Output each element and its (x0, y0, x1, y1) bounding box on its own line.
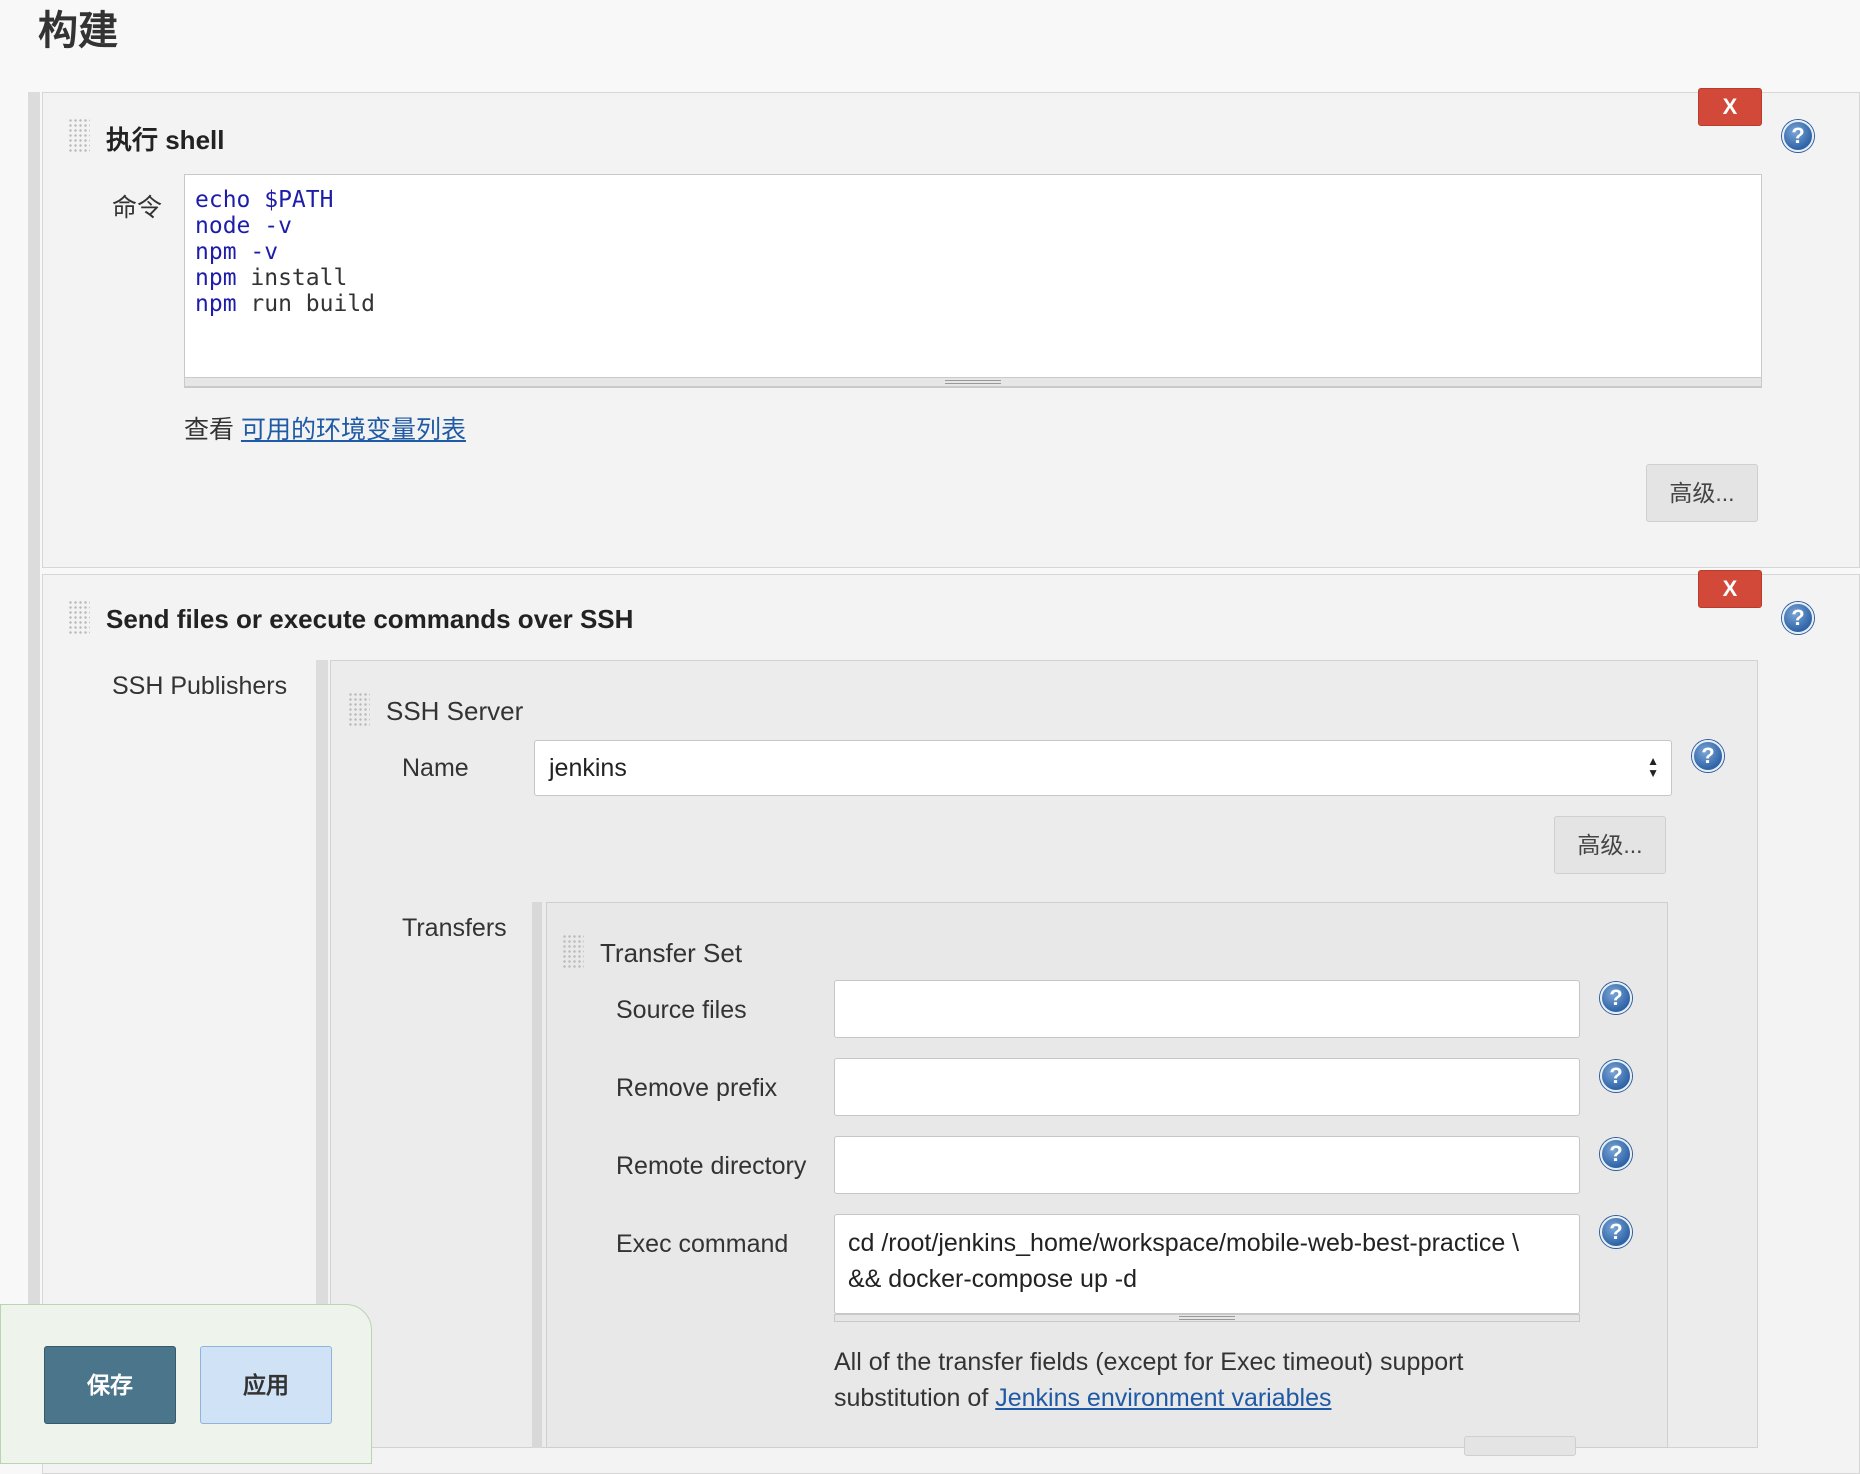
help-icon[interactable]: ? (1692, 740, 1724, 772)
jenkins-env-vars-link[interactable]: Jenkins environment variables (995, 1384, 1331, 1412)
transfers-bar (532, 902, 542, 1448)
ssh-publishers-label: SSH Publishers (112, 672, 288, 700)
shell-command-editor[interactable]: echo $PATH node -v npm -v npm install np… (184, 174, 1762, 388)
command-line: npm -v (195, 239, 279, 265)
server-name-select[interactable]: jenkins ▲ ▼ (534, 740, 1672, 796)
help-icon[interactable]: ? (1782, 120, 1814, 152)
command-line: echo $PATH (195, 187, 334, 213)
exec-command-textarea[interactable]: cd /root/jenkins_home/workspace/mobile-w… (834, 1214, 1580, 1314)
exec-command-label: Exec command (616, 1230, 789, 1258)
command-line: node -v (195, 213, 292, 239)
exec-command-line: cd /root/jenkins_home/workspace/mobile-w… (848, 1229, 1520, 1257)
remote-directory-label: Remote directory (616, 1152, 807, 1180)
command-line: npm run build (195, 291, 376, 317)
editor-resize-handle[interactable] (184, 377, 1762, 387)
ssh-server-title: SSH Server (386, 696, 524, 726)
env-vars-prefix: 查看 (184, 416, 241, 444)
shell-step-title: 执行 shell (106, 125, 225, 155)
delete-shell-step-button[interactable]: X (1698, 88, 1762, 126)
help-icon[interactable]: ? (1600, 982, 1632, 1014)
help-icon[interactable]: ? (1600, 1060, 1632, 1092)
transfer-note-line: All of the transfer fields (except for E… (834, 1348, 1464, 1376)
drag-handle-icon[interactable] (348, 692, 370, 728)
transfer-note-prefix: substitution of (834, 1384, 996, 1412)
server-name-label: Name (402, 754, 469, 782)
ssh-step-title: Send files or execute commands over SSH (106, 604, 634, 634)
env-vars-link[interactable]: 可用的环境变量列表 (241, 416, 466, 444)
remove-prefix-input[interactable] (834, 1058, 1580, 1116)
save-button[interactable]: 保存 (44, 1346, 176, 1424)
server-advanced-button[interactable]: 高级... (1554, 816, 1666, 874)
drag-handle-icon[interactable] (68, 600, 90, 636)
exec-resize-handle[interactable] (834, 1314, 1580, 1322)
help-icon[interactable]: ? (1600, 1138, 1632, 1170)
transfer-set-title: Transfer Set (600, 938, 743, 968)
drag-handle-icon[interactable] (68, 118, 90, 154)
partial-button[interactable] (1464, 1436, 1576, 1456)
drag-handle-icon[interactable] (562, 934, 584, 970)
env-vars-line: 查看 可用的环境变量列表 (184, 410, 466, 446)
transfer-note: All of the transfer fields (except for E… (834, 1344, 1463, 1416)
select-arrows-icon: ▲ ▼ (1647, 754, 1659, 780)
command-label: 命令 (112, 194, 163, 222)
delete-ssh-step-button[interactable]: X (1698, 570, 1762, 608)
remote-directory-input[interactable] (834, 1136, 1580, 1194)
source-files-label: Source files (616, 996, 747, 1024)
section-title: 构建 (38, 9, 118, 53)
command-line: npm install (195, 265, 348, 291)
section-sidebar-bar (28, 92, 40, 1448)
shell-advanced-button[interactable]: 高级... (1646, 464, 1758, 522)
source-files-input[interactable] (834, 980, 1580, 1038)
server-name-value: jenkins (549, 754, 627, 782)
help-icon[interactable]: ? (1782, 602, 1814, 634)
exec-command-line: && docker-compose up -d (848, 1265, 1138, 1293)
transfers-label: Transfers (402, 914, 507, 942)
apply-button[interactable]: 应用 (200, 1346, 332, 1424)
help-icon[interactable]: ? (1600, 1216, 1632, 1248)
remove-prefix-label: Remove prefix (616, 1074, 778, 1102)
